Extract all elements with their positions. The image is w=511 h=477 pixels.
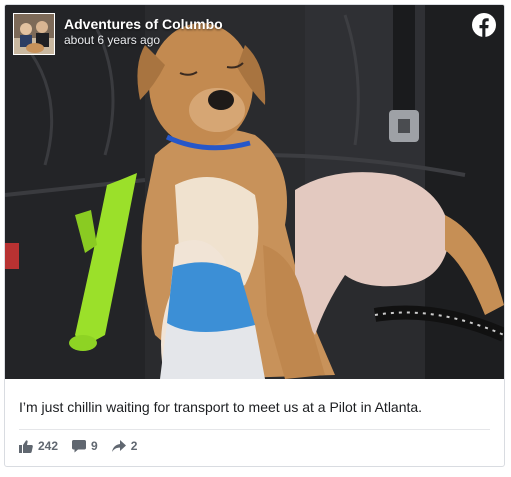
page-avatar[interactable]	[13, 13, 55, 55]
comment-count[interactable]: 9	[72, 439, 98, 453]
share-count-label: 2	[130, 439, 138, 453]
avatar-image	[14, 14, 54, 54]
comment-count-label: 9	[91, 439, 98, 453]
dog-in-car-image	[5, 5, 504, 379]
post-card: Adventures of Columbo about 6 years ago …	[4, 4, 505, 467]
post-header: Adventures of Columbo about 6 years ago	[13, 13, 223, 55]
facebook-logo-icon[interactable]	[472, 13, 496, 37]
speech-bubble-icon	[72, 439, 87, 452]
share-count[interactable]: 2	[111, 439, 138, 453]
post-timestamp[interactable]: about 6 years ago	[64, 33, 223, 48]
share-arrow-icon	[111, 440, 126, 452]
page-meta: Adventures of Columbo about 6 years ago	[64, 16, 223, 48]
thumbs-up-icon	[19, 439, 33, 453]
post-photo[interactable]: Adventures of Columbo about 6 years ago	[5, 5, 504, 379]
post-stats: 242 9 2	[19, 439, 137, 453]
like-count[interactable]: 242	[19, 439, 58, 453]
like-count-label: 242	[38, 439, 59, 453]
post-caption: I’m just chillin waiting for transport t…	[19, 399, 423, 415]
divider	[19, 429, 490, 430]
page-name[interactable]: Adventures of Columbo	[64, 16, 223, 33]
